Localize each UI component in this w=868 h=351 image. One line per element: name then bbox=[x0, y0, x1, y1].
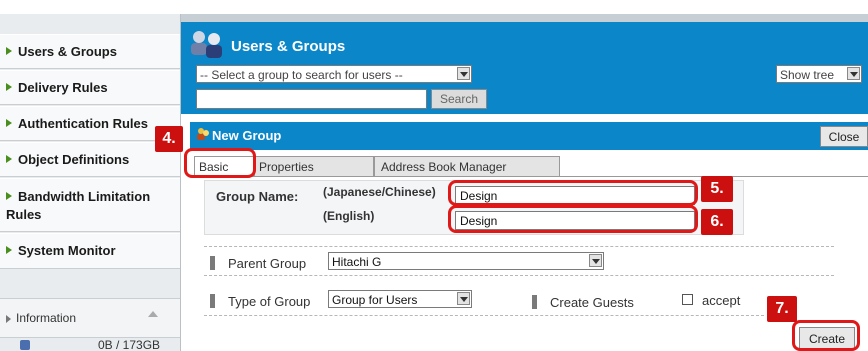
sidebar-item-system-monitor[interactable]: System Monitor bbox=[0, 233, 180, 269]
type-of-group-label: Type of Group bbox=[228, 294, 311, 309]
collapse-up-icon[interactable] bbox=[148, 311, 158, 317]
sidebar-item-object-definitions[interactable]: Object Definitions bbox=[0, 142, 180, 177]
sidebar-item-users-groups[interactable]: Users & Groups bbox=[0, 34, 180, 69]
arrow-right-icon bbox=[6, 155, 12, 163]
arrow-right-icon bbox=[6, 246, 12, 254]
highlight-english-field bbox=[448, 205, 698, 233]
sidebar-item-delivery-rules[interactable]: Delivery Rules bbox=[0, 70, 180, 105]
arrow-right-icon bbox=[6, 47, 12, 55]
highlight-basic-tab bbox=[184, 148, 256, 178]
chevron-down-icon bbox=[847, 67, 860, 80]
sidebar-item-bandwidth-limitation-rules[interactable]: Bandwidth Limitation Rules bbox=[0, 178, 180, 232]
step-6-callout: 6. bbox=[701, 209, 733, 235]
group-icon bbox=[197, 128, 209, 140]
type-of-group-select[interactable]: Group for Users bbox=[328, 290, 472, 308]
arrow-right-icon bbox=[6, 315, 11, 323]
divider bbox=[204, 246, 834, 247]
sidebar-item-authentication-rules[interactable]: Authentication Rules bbox=[0, 106, 180, 141]
sidebar: Users & Groups Delivery Rules Authentica… bbox=[0, 14, 181, 351]
divider bbox=[204, 275, 834, 276]
users-groups-header: Users & Groups -- Select a group to sear… bbox=[181, 22, 868, 114]
step-7-callout: 7. bbox=[767, 296, 797, 322]
new-group-titlebar: New Group Close bbox=[190, 122, 868, 150]
field-marker bbox=[210, 294, 215, 308]
english-label: (English) bbox=[323, 209, 375, 223]
tab-address-book-manager[interactable]: Address Book Manager bbox=[374, 156, 560, 176]
accept-label: accept bbox=[702, 293, 741, 308]
highlight-create-button bbox=[792, 320, 860, 351]
disk-usage: 0B / 173GB bbox=[98, 338, 161, 351]
chevron-down-icon bbox=[457, 67, 470, 80]
top-strip bbox=[181, 14, 868, 22]
arrow-right-icon bbox=[6, 192, 12, 200]
tab-divider bbox=[190, 176, 868, 177]
group-search-select[interactable]: -- Select a group to search for users -- bbox=[196, 65, 472, 83]
japanese-label: (Japanese/Chinese) bbox=[323, 185, 436, 199]
user-search-input[interactable] bbox=[196, 89, 427, 109]
highlight-japanese-field bbox=[448, 180, 698, 206]
show-tree-select[interactable]: Show tree bbox=[776, 65, 862, 83]
chevron-down-icon bbox=[589, 254, 602, 267]
close-button[interactable]: Close bbox=[820, 126, 868, 147]
search-button[interactable]: Search bbox=[431, 89, 487, 109]
parent-group-select[interactable]: Hitachi G bbox=[328, 252, 604, 270]
step-5-callout: 5. bbox=[701, 176, 733, 202]
arrow-right-icon bbox=[6, 83, 12, 91]
divider bbox=[204, 315, 764, 316]
page-title: Users & Groups bbox=[231, 38, 346, 55]
new-group-title: New Group bbox=[212, 128, 282, 143]
field-marker bbox=[532, 295, 537, 309]
information-panel[interactable]: Information bbox=[0, 298, 180, 338]
tab-properties[interactable]: Properties bbox=[254, 156, 374, 176]
arrow-right-icon bbox=[6, 119, 12, 127]
users-icon bbox=[191, 31, 222, 58]
field-marker bbox=[210, 256, 215, 270]
chevron-down-icon bbox=[457, 292, 470, 305]
group-name-label: Group Name: bbox=[216, 189, 299, 204]
parent-group-label: Parent Group bbox=[228, 256, 307, 271]
accept-checkbox[interactable] bbox=[682, 294, 693, 305]
step-4-callout: 4. bbox=[155, 126, 183, 152]
disk-icon bbox=[20, 340, 30, 350]
create-guests-label: Create Guests bbox=[550, 295, 634, 310]
